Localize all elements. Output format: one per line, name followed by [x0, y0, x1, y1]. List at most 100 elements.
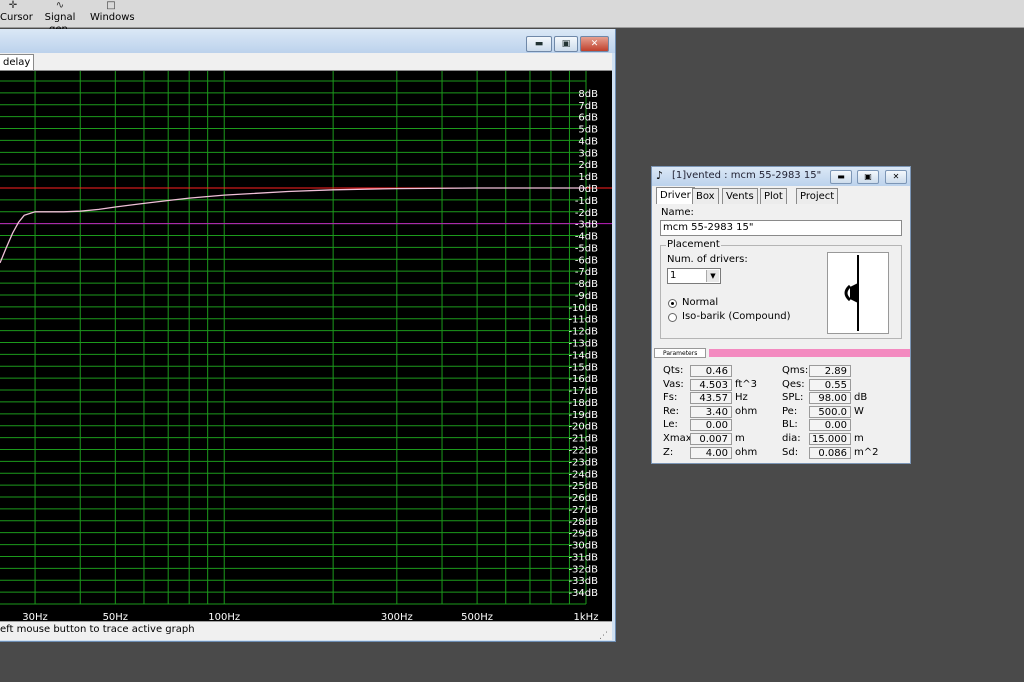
y-tick-label: -4dB [575, 232, 598, 243]
placement-preview [827, 252, 889, 334]
param-field-sd[interactable]: 0.086 [809, 446, 851, 459]
signal-gen-button[interactable]: ∿ Signal gen. [34, 0, 86, 35]
param-field-xmax[interactable]: 0.007 [690, 433, 732, 445]
maximize-button[interactable]: ▣ [554, 36, 578, 52]
minimize-button[interactable]: ▬ [526, 36, 552, 52]
num-drivers-select[interactable]: 1 ▼ [667, 268, 721, 284]
tab-driver[interactable]: Driver [656, 187, 695, 204]
y-tick-label: -6dB [575, 255, 598, 266]
y-tick-label: 2dB [578, 160, 598, 171]
close-button[interactable]: ✕ [580, 36, 609, 52]
y-tick-label: -29dB [568, 529, 598, 540]
param-unit-z: ohm [735, 446, 758, 458]
graph-tab-strip: delay [0, 53, 612, 71]
close-icon: ✕ [892, 172, 900, 181]
param-field-spl[interactable]: 98.00 [809, 392, 851, 405]
windows-button[interactable]: □ Windows [90, 0, 135, 26]
status-text: eft mouse button to trace active graph [0, 624, 195, 635]
y-tick-label: -23dB [568, 457, 598, 468]
y-tick-label: -34dB [568, 588, 598, 599]
driver-name-field[interactable]: mcm 55-2983 15" [660, 220, 902, 236]
param-field-qes[interactable]: 0.55 [809, 378, 851, 391]
windows-icon: □ [106, 0, 116, 11]
param-unit-re: ohm [735, 405, 758, 417]
normal-radio[interactable] [668, 299, 677, 308]
param-field-le[interactable]: 0.00 [690, 419, 732, 432]
y-tick-label: -15dB [568, 362, 598, 373]
driver-dialog: ♪ [1]vented : mcm 55-2983 15" ▬ ▣ ✕ Driv… [651, 166, 911, 464]
parameters-indicator-bar [709, 349, 910, 357]
signal-gen-icon: ∿ [55, 0, 65, 11]
speaker-icon [844, 255, 859, 331]
cursor-label: Cursor [0, 12, 33, 23]
y-tick-label: 3dB [578, 148, 598, 159]
normal-radio-label: Normal [682, 297, 719, 308]
y-tick-label: -2dB [575, 208, 598, 219]
tab-project[interactable]: Project [796, 188, 839, 204]
param-unit-vas: ft^3 [735, 378, 758, 390]
param-field-qms[interactable]: 2.89 [809, 365, 851, 377]
param-field-pe[interactable]: 500.0 [809, 405, 851, 418]
close-icon: ✕ [590, 39, 599, 49]
param-label-z: Z: [663, 446, 674, 458]
param-field-z[interactable]: 4.00 [690, 446, 732, 459]
param-unit-fs: Hz [735, 392, 748, 404]
tab-vents[interactable]: Vents [722, 188, 758, 204]
cursor-button[interactable]: ✛ Cursor [0, 0, 33, 26]
param-label-bl: BL: [782, 419, 798, 431]
y-tick-label: -10dB [568, 303, 598, 314]
y-tick-label: -24dB [568, 469, 598, 480]
tab-parameters[interactable]: Parameters [654, 348, 706, 358]
y-tick-label: -8dB [575, 279, 598, 290]
param-field-dia[interactable]: 15.000 [809, 433, 851, 445]
resize-grip-icon[interactable]: ⋰ [599, 628, 609, 641]
param-label-dia: dia: [782, 433, 801, 444]
isobarik-radio[interactable] [668, 313, 677, 322]
tab-plot[interactable]: Plot [760, 188, 787, 204]
param-label-vas: Vas: [663, 378, 684, 390]
y-tick-label: -33dB [568, 576, 598, 587]
parameters-tab-strip: Parameters [652, 348, 910, 358]
param-field-fs[interactable]: 43.57 [690, 392, 732, 405]
y-tick-label: -12dB [568, 327, 598, 338]
dialog-close-button[interactable]: ✕ [885, 170, 907, 184]
response-plot[interactable]: 8dB 7dB 6dB 5dB 4dB 3dB 2dB 1dB 0dB -1dB -2dB -3dB -… [0, 71, 612, 626]
graph-window-titlebar[interactable]: ▬ ▣ ✕ [0, 29, 615, 53]
dialog-titlebar[interactable]: ♪ [1]vented : mcm 55-2983 15" ▬ ▣ ✕ [652, 167, 910, 186]
y-tick-label: 1dB [578, 172, 598, 183]
y-tick-label: 5dB [578, 125, 598, 136]
param-unit-sd: m^2 [854, 446, 879, 458]
y-tick-label: 0dB [578, 184, 598, 195]
param-field-vas[interactable]: 4.503 [690, 378, 732, 391]
param-unit-spl: dB [854, 392, 868, 404]
name-label: Name: [661, 207, 694, 218]
param-label-sd: Sd: [782, 446, 799, 458]
windows-label: Windows [90, 12, 135, 23]
y-tick-label: -19dB [568, 410, 598, 421]
dialog-maximize-button[interactable]: ▣ [857, 170, 879, 184]
y-tick-label: 8dB [578, 89, 598, 100]
minimize-icon: ▬ [534, 39, 544, 49]
chevron-down-icon: ▼ [706, 270, 719, 282]
response-curve [0, 187, 586, 264]
param-label-fs: Fs: [663, 392, 678, 404]
y-tick-label: -9dB [575, 291, 598, 302]
y-tick-label: 6dB [578, 113, 598, 124]
cursor-icon: ✛ [8, 0, 18, 11]
y-tick-label: -14dB [568, 350, 598, 361]
graph-window: ▬ ▣ ✕ delay 8dB 7dB 6dB 5dB 4dB 3dB 2dB 1dB 0dB -… [0, 29, 616, 642]
tab-box[interactable]: Box [692, 188, 719, 204]
dialog-minimize-button[interactable]: ▬ [830, 170, 852, 184]
param-unit-pe: W [854, 405, 864, 417]
param-field-qts[interactable]: 0.46 [690, 365, 732, 377]
param-field-re[interactable]: 3.40 [690, 405, 732, 418]
app-icon: ♪ [656, 169, 664, 182]
param-field-bl[interactable]: 0.00 [809, 419, 851, 432]
param-label-pe: Pe: [782, 405, 798, 417]
main-toolbar: ✛ Cursor ∿ Signal gen. □ Windows [0, 0, 1024, 35]
placement-legend: Placement [666, 239, 721, 250]
dialog-title: [1]vented : mcm 55-2983 15" [672, 170, 822, 181]
num-drivers-value: 1 [670, 270, 677, 281]
y-tick-label: -31dB [568, 552, 598, 563]
tab-delay[interactable]: delay [0, 54, 35, 70]
